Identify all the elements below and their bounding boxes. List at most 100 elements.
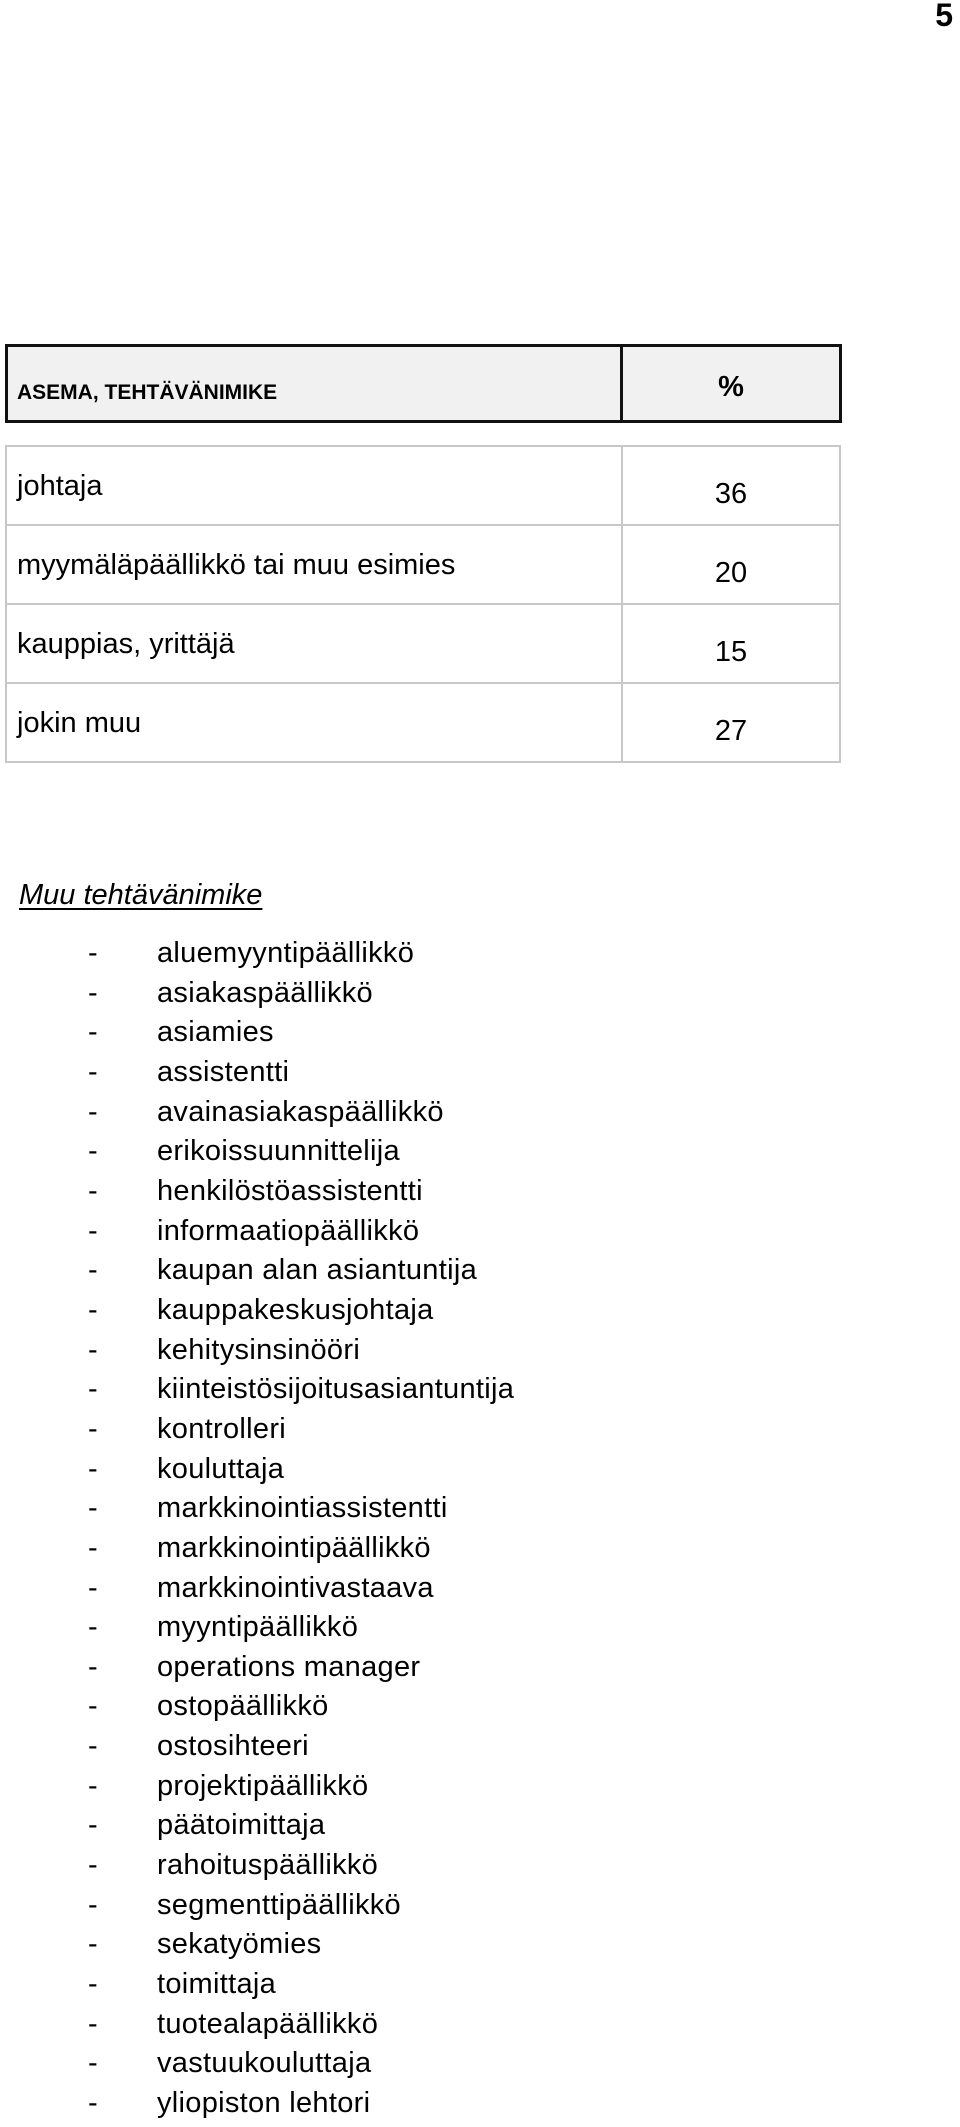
page-number: 5 xyxy=(935,0,953,33)
list-item-text: projektipäällikkö xyxy=(157,1769,369,1802)
row-value-cell: 20 xyxy=(621,524,841,605)
position-table: johtaja 36 myymäläpäällikkö tai muu esim… xyxy=(5,445,841,763)
list-item-text: ostopäällikkö xyxy=(157,1690,329,1723)
list-item-text: markkinointiassistentti xyxy=(157,1492,448,1525)
dash-bullet-icon: - xyxy=(88,2047,98,2080)
dash-bullet-icon: - xyxy=(88,1135,98,1168)
list-item: - kontrolleri xyxy=(0,1412,700,1452)
list-item: - kouluttaja xyxy=(0,1452,700,1492)
list-item: - informaatiopäällikkö xyxy=(0,1214,700,1254)
list-item-text: markkinointivastaava xyxy=(157,1571,434,1604)
other-titles-list: - aluemyyntipäällikkö - asiakaspäällikkö - as… xyxy=(0,936,700,2126)
list-item: - rahoituspäällikkö xyxy=(0,1848,700,1888)
row-label-cell: kauppias, yrittäjä xyxy=(5,603,623,684)
list-item: - myyntipäällikkö xyxy=(0,1610,700,1650)
table-row: kauppias, yrittäjä 15 xyxy=(5,603,841,684)
list-item: - päätoimittaja xyxy=(0,1808,700,1848)
list-item: - asiakaspäällikkö xyxy=(0,976,700,1016)
dash-bullet-icon: - xyxy=(88,1531,98,1564)
header-percent: % xyxy=(718,371,744,403)
list-item: - vastuukouluttaja xyxy=(0,2046,700,2086)
list-item-text: kontrolleri xyxy=(157,1412,287,1445)
row-label: johtaja xyxy=(17,470,103,502)
row-label-cell: myymäläpäällikkö tai muu esimies xyxy=(5,524,623,605)
dash-bullet-icon: - xyxy=(88,1293,98,1326)
list-item: - kaupan alan asiantuntija xyxy=(0,1253,700,1293)
dash-bullet-icon: - xyxy=(88,1095,98,1128)
dash-bullet-icon: - xyxy=(88,2007,98,2040)
row-label-cell: johtaja xyxy=(5,445,623,526)
list-item: - markkinointipäällikkö xyxy=(0,1531,700,1571)
list-item-text: assistentti xyxy=(157,1055,290,1088)
list-item: - toimittaja xyxy=(0,1967,700,2007)
list-item-text: kiinteistösijoitusasiantuntija xyxy=(157,1373,515,1406)
dash-bullet-icon: - xyxy=(88,1650,98,1683)
dash-bullet-icon: - xyxy=(88,1412,98,1445)
dash-bullet-icon: - xyxy=(88,1611,98,1644)
dash-bullet-icon: - xyxy=(88,1452,98,1485)
list-item-text: informaatiopäällikkö xyxy=(157,1214,420,1247)
list-item: - markkinointivastaava xyxy=(0,1571,700,1611)
list-item-text: rahoituspäällikkö xyxy=(157,1849,379,1882)
list-item-text: aluemyyntipäällikkö xyxy=(157,937,415,969)
row-label: myymäläpäällikkö tai muu esimies xyxy=(17,549,456,581)
dash-bullet-icon: - xyxy=(88,1016,98,1049)
row-value-cell: 27 xyxy=(621,682,841,763)
list-item: - erikoissuunnittelija xyxy=(0,1134,700,1174)
table-row: jokin muu 27 xyxy=(5,682,841,763)
list-item: - sekatyömies xyxy=(0,1927,700,1967)
list-item: - kauppakeskusjohtaja xyxy=(0,1293,700,1333)
table-header: ASEMA, TEHTÄVÄNIMIKE % xyxy=(5,344,842,423)
list-item-text: avainasiakaspäällikkö xyxy=(157,1095,444,1128)
table-row: johtaja 36 xyxy=(5,445,841,526)
dash-bullet-icon: - xyxy=(88,1254,98,1287)
row-value: 36 xyxy=(714,478,748,510)
list-item: - segmenttipäällikkö xyxy=(0,1888,700,1928)
row-label-cell: jokin muu xyxy=(5,682,623,763)
dash-bullet-icon: - xyxy=(88,1055,98,1088)
dash-bullet-icon: - xyxy=(88,1849,98,1882)
list-item-text: kouluttaja xyxy=(157,1452,285,1485)
list-item: - tuotealapäällikkö xyxy=(0,2007,700,2047)
dash-bullet-icon: - xyxy=(88,1492,98,1525)
row-value: 15 xyxy=(714,636,748,668)
dash-bullet-icon: - xyxy=(88,2087,98,2120)
dash-bullet-icon: - xyxy=(88,1214,98,1247)
other-titles-heading: Muu tehtävänimike xyxy=(19,879,263,911)
header-cell-position: ASEMA, TEHTÄVÄNIMIKE xyxy=(8,347,623,420)
list-item: - henkilöstöassistentti xyxy=(0,1174,700,1214)
list-item: - ostopäällikkö xyxy=(0,1689,700,1729)
dash-bullet-icon: - xyxy=(88,1888,98,1921)
list-item-text: toimittaja xyxy=(157,1968,277,2001)
row-value-cell: 15 xyxy=(621,603,841,684)
list-item-text: erikoissuunnittelija xyxy=(157,1135,400,1168)
dash-bullet-icon: - xyxy=(88,1174,98,1207)
dash-bullet-icon: - xyxy=(88,976,98,1009)
row-label: kauppias, yrittäjä xyxy=(17,628,235,660)
row-value: 20 xyxy=(714,557,748,589)
dash-bullet-icon: - xyxy=(88,1333,98,1366)
list-item-text: ostosihteeri xyxy=(157,1730,309,1763)
row-label: jokin muu xyxy=(17,707,142,739)
list-item: - aluemyyntipäällikkö xyxy=(0,936,700,976)
row-value: 27 xyxy=(714,715,748,747)
dash-bullet-icon: - xyxy=(88,1769,98,1802)
header-cell-percent: % xyxy=(623,347,839,420)
list-item: - asiamies xyxy=(0,1015,700,1055)
list-item: - kiinteistösijoitusasiantuntija xyxy=(0,1372,700,1412)
list-item: - projektipäällikkö xyxy=(0,1769,700,1809)
list-item: - operations manager xyxy=(0,1650,700,1690)
list-item-text: operations manager xyxy=(157,1650,421,1683)
dash-bullet-icon: - xyxy=(88,1373,98,1406)
list-item-text: kauppakeskusjohtaja xyxy=(157,1293,434,1326)
list-item: - kehitysinsinööri xyxy=(0,1333,700,1373)
list-item-text: asiamies xyxy=(157,1016,274,1049)
list-item: - assistentti xyxy=(0,1055,700,1095)
list-item-text: henkilöstöassistentti xyxy=(157,1174,423,1207)
list-item-text: asiakaspäällikkö xyxy=(157,976,373,1009)
list-item-text: markkinointipäällikkö xyxy=(157,1531,431,1564)
list-item-text: tuotealapäällikkö xyxy=(157,2007,379,2040)
dash-bullet-icon: - xyxy=(88,1809,98,1842)
list-item-text: vastuukouluttaja xyxy=(157,2047,372,2080)
dash-bullet-icon: - xyxy=(88,937,98,969)
